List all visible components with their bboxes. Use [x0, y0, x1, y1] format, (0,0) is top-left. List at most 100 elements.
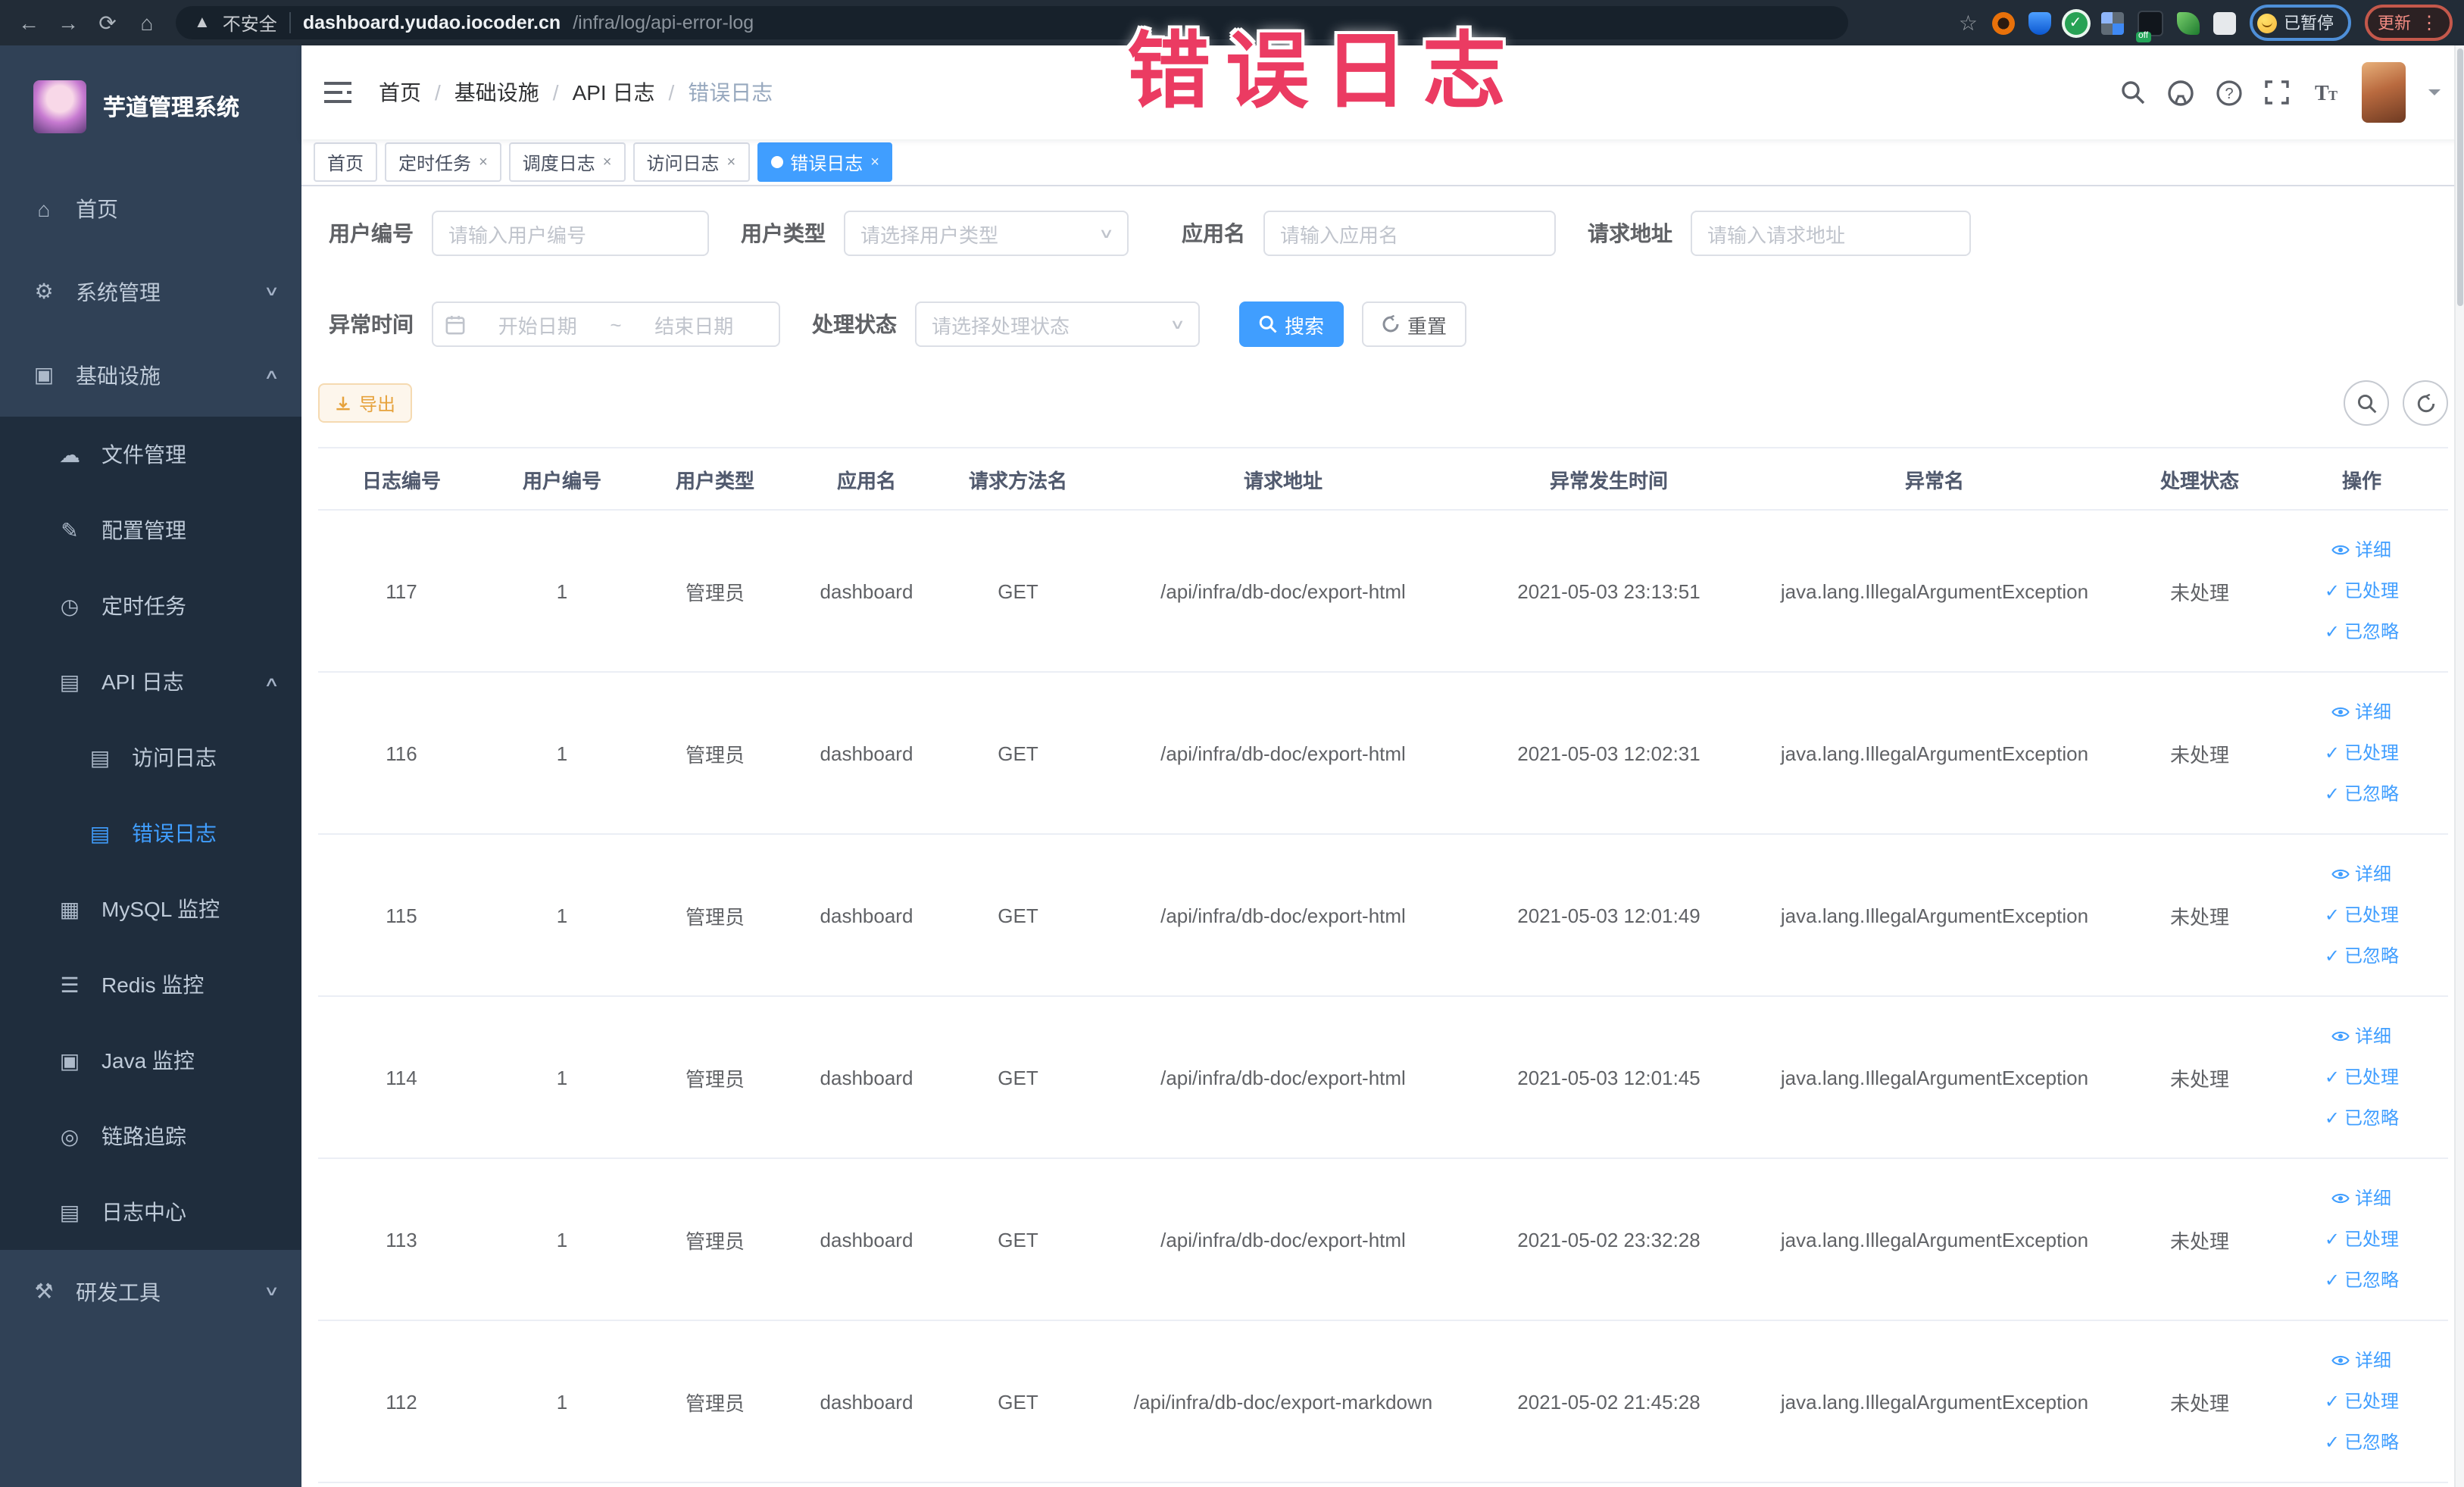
- sidebar-item-home[interactable]: ⌂ 首页: [0, 167, 301, 250]
- browser-reload-icon[interactable]: ⟳: [91, 6, 124, 39]
- table-body: 117 1 管理员 dashboard GET/api/infra/db-doc/exp…: [318, 510, 2448, 1483]
- paused-badge[interactable]: 已暂停: [2249, 5, 2350, 41]
- sidebar-item-api-log[interactable]: ▤ API 日志 ∧: [0, 644, 301, 720]
- browser-back-icon[interactable]: ←: [12, 6, 45, 39]
- processed-link[interactable]: ✓ 已处理: [2281, 895, 2442, 936]
- target-extension-icon[interactable]: [1991, 11, 2014, 34]
- detail-link[interactable]: 详细: [2281, 854, 2442, 895]
- app-name-input[interactable]: 请输入应用名: [1263, 211, 1556, 256]
- user-id-input[interactable]: 请输入用户编号: [432, 211, 709, 256]
- sidebar-item-infrastructure[interactable]: ▣ 基础设施 ∧: [0, 333, 301, 417]
- font-size-icon[interactable]: TT: [2311, 80, 2338, 105]
- detail-link[interactable]: 详细: [2281, 1340, 2442, 1381]
- processed-link[interactable]: ✓ 已处理: [2281, 1381, 2442, 1422]
- update-button[interactable]: 更新 ⋮: [2364, 5, 2452, 41]
- ignored-link[interactable]: ✓ 已忽略: [2281, 936, 2442, 976]
- process-status-select[interactable]: 请选择处理状态 ∨: [915, 301, 1200, 347]
- sidebar-item-error-log[interactable]: ▤ 错误日志: [0, 795, 301, 871]
- address-bar[interactable]: ▲ 不安全 dashboard.yudao.iocoder.cn/infra/l…: [176, 6, 1848, 39]
- close-icon[interactable]: ×: [870, 154, 879, 170]
- fullscreen-icon[interactable]: [2264, 80, 2288, 105]
- sidebar-item-system-management[interactable]: ⚙ 系统管理 ∨: [0, 250, 301, 333]
- user-menu-caret-icon[interactable]: [2428, 89, 2440, 102]
- toggle-search-button[interactable]: [2344, 380, 2389, 426]
- sidebar-item-mysql-monitor[interactable]: ▦ MySQL 监控: [0, 871, 301, 947]
- access-log-icon: ▤: [89, 745, 111, 769]
- cell-actions: 详细 ✓ 已处理 ✓ 已忽略: [2275, 672, 2448, 835]
- ignored-link[interactable]: ✓ 已忽略: [2281, 1422, 2442, 1463]
- shield-extension-icon[interactable]: [2028, 11, 2050, 34]
- tab-首页[interactable]: 首页: [314, 142, 378, 182]
- detail-link[interactable]: 详细: [2281, 1178, 2442, 1219]
- browser-home-icon[interactable]: ⌂: [130, 6, 164, 39]
- detail-link[interactable]: 详细: [2281, 1016, 2442, 1057]
- processed-link[interactable]: ✓ 已处理: [2281, 733, 2442, 773]
- exception-time-range-picker[interactable]: 开始日期 ~ 结束日期: [432, 301, 780, 347]
- scrollbar-thumb[interactable]: [2456, 48, 2462, 306]
- chevron-down-icon: ∨: [1170, 316, 1186, 331]
- processed-link[interactable]: ✓ 已处理: [2281, 570, 2442, 611]
- breadcrumb-infra[interactable]: 基础设施: [454, 77, 539, 108]
- tab-错误日志[interactable]: 错误日志 ×: [757, 142, 893, 182]
- processed-link[interactable]: ✓ 已处理: [2281, 1219, 2442, 1260]
- ignored-link[interactable]: ✓ 已忽略: [2281, 1260, 2442, 1301]
- request-url-label: 请求地址: [1588, 221, 1672, 245]
- ignored-link[interactable]: ✓ 已忽略: [2281, 1098, 2442, 1139]
- request-url-input[interactable]: 请输入请求地址: [1691, 211, 1971, 256]
- sidebar-item-log-center[interactable]: ▤ 日志中心: [0, 1174, 301, 1250]
- ignored-link[interactable]: ✓ 已忽略: [2281, 611, 2442, 652]
- browser-forward-icon[interactable]: →: [52, 6, 85, 39]
- cell-actions: 详细 ✓ 已处理 ✓ 已忽略: [2275, 510, 2448, 673]
- search-icon[interactable]: [2120, 80, 2144, 105]
- browser-menu-icon[interactable]: ⋮: [2420, 12, 2438, 33]
- close-icon[interactable]: ×: [603, 154, 612, 170]
- breadcrumb-api-log[interactable]: API 日志: [573, 77, 655, 108]
- close-icon[interactable]: ×: [479, 154, 488, 170]
- app-logo-row[interactable]: 芋道管理系统: [0, 45, 301, 167]
- tab-定时任务[interactable]: 定时任务 ×: [385, 142, 501, 182]
- cell-time: 2021-05-03 23:13:51: [1472, 510, 1745, 673]
- tab-调度日志[interactable]: 调度日志 ×: [508, 142, 626, 182]
- start-date-placeholder[interactable]: 开始日期: [465, 310, 610, 339]
- refresh-table-button[interactable]: [2403, 380, 2448, 426]
- sidebar-item-scheduled-tasks[interactable]: ◷ 定时任务: [0, 568, 301, 644]
- sidebar-item-label: API 日志: [101, 670, 184, 694]
- action-label: 详细: [2354, 1187, 2391, 1208]
- cell-app-name: dashboard: [791, 510, 942, 673]
- scrollbar[interactable]: [2453, 45, 2464, 1487]
- check-extension-icon[interactable]: ✓: [2064, 11, 2087, 34]
- filter-row-2: 异常时间 开始日期 ~ 结束日期 处理状态 请选择处理状态 ∨ 搜索 重置: [318, 301, 2448, 347]
- puzzle-extension-icon[interactable]: [2213, 11, 2235, 34]
- help-icon[interactable]: ?: [2216, 80, 2241, 105]
- bookmark-star-icon[interactable]: ☆: [1959, 10, 1978, 36]
- reset-button[interactable]: 重置: [1362, 301, 1467, 347]
- detail-link[interactable]: 详细: [2281, 530, 2442, 570]
- sidebar-item-trace[interactable]: ◎ 链路追踪: [0, 1098, 301, 1174]
- cell-status: 未处理: [2124, 510, 2275, 673]
- sidebar-item-dev-tools[interactable]: ⚒ 研发工具 ∨: [0, 1250, 301, 1333]
- leaf-extension-icon[interactable]: [2176, 11, 2199, 34]
- breadcrumb-home[interactable]: 首页: [379, 77, 421, 108]
- sidebar-item-config-management[interactable]: ✎ 配置管理: [0, 492, 301, 568]
- hamburger-icon[interactable]: [312, 67, 364, 118]
- search-button[interactable]: 搜索: [1239, 301, 1344, 347]
- ignored-link[interactable]: ✓ 已忽略: [2281, 773, 2442, 814]
- close-icon[interactable]: ×: [727, 154, 736, 170]
- column-header: 处理状态: [2124, 447, 2275, 511]
- github-icon[interactable]: [2167, 80, 2193, 105]
- action-label: 已忽略: [2344, 1431, 2400, 1452]
- user-type-select[interactable]: 请选择用户类型 ∨: [844, 211, 1129, 256]
- user-avatar[interactable]: [2361, 62, 2405, 123]
- processed-link[interactable]: ✓ 已处理: [2281, 1057, 2442, 1098]
- sidebar-item-file-management[interactable]: ☁ 文件管理: [0, 417, 301, 492]
- export-button[interactable]: 导出: [318, 383, 413, 423]
- cell-url: /api/infra/db-doc/export-html: [1094, 510, 1472, 673]
- sidebar-item-access-log[interactable]: ▤ 访问日志: [0, 720, 301, 795]
- sidebar-item-java-monitor[interactable]: ▣ Java 监控: [0, 1023, 301, 1098]
- grid-extension-icon[interactable]: [2100, 11, 2123, 34]
- tab-访问日志[interactable]: 访问日志 ×: [632, 142, 750, 182]
- sidebar-item-redis-monitor[interactable]: ☰ Redis 监控: [0, 947, 301, 1023]
- end-date-placeholder[interactable]: 结束日期: [622, 310, 767, 339]
- detail-link[interactable]: 详细: [2281, 692, 2442, 733]
- terminal-off-extension-icon[interactable]: [2135, 10, 2163, 42]
